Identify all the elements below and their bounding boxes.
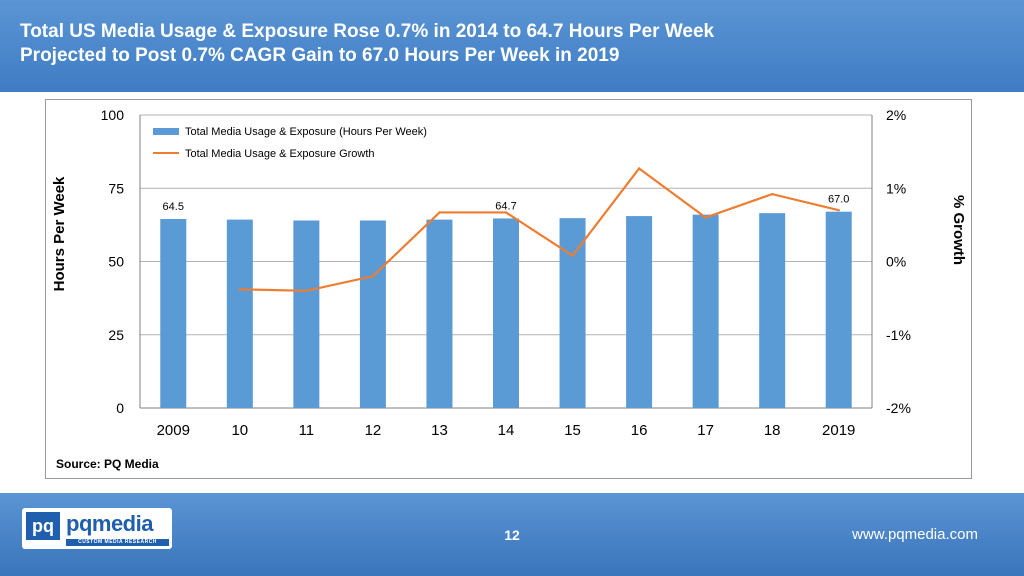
legend-label-bar: Total Media Usage & Exposure (Hours Per … xyxy=(185,126,427,138)
x-tick-label: 12 xyxy=(365,422,382,439)
y2-tick-label: -2% xyxy=(886,400,911,416)
growth-point xyxy=(837,209,840,212)
growth-point xyxy=(770,192,774,196)
bar xyxy=(759,213,786,408)
legend-swatch-bar xyxy=(153,128,179,135)
bar xyxy=(825,211,852,408)
y-tick-label: 75 xyxy=(108,180,124,196)
bar xyxy=(559,218,586,408)
y2-tick-label: -1% xyxy=(886,327,911,343)
bar xyxy=(692,214,719,408)
y-tick-label: 25 xyxy=(108,327,124,343)
growth-point xyxy=(571,254,574,257)
bar xyxy=(160,219,187,408)
x-tick-label: 2019 xyxy=(822,422,855,439)
growth-line xyxy=(239,166,839,292)
source-note: Source: PQ Media xyxy=(56,457,159,471)
x-tick-label: 17 xyxy=(697,422,714,439)
bar xyxy=(293,220,320,408)
growth-point xyxy=(305,289,308,292)
y2-tick-label: 2% xyxy=(886,107,906,123)
growth-point xyxy=(238,288,242,291)
y2-axis-title: % Growth xyxy=(950,195,967,265)
data-label: 67.0 xyxy=(828,194,849,206)
combo-chart: 0 25 50 75 100 -2% -1% 0% 1% 2% 2009 10 11 12 13 14 15 16… xyxy=(51,107,967,439)
website-url[interactable]: www.pqmedia.com xyxy=(852,526,978,543)
x-tick-label: 15 xyxy=(564,422,581,439)
data-label: 64.5 xyxy=(163,201,184,213)
x-tick-label: 11 xyxy=(299,422,315,439)
y-tick-label: 50 xyxy=(108,254,124,270)
x-tick-label: 14 xyxy=(498,422,515,439)
bar xyxy=(626,216,653,408)
x-tick-label: 2009 xyxy=(157,422,190,439)
x-tick-label: 18 xyxy=(764,422,781,439)
bar xyxy=(426,219,453,408)
bar xyxy=(359,220,386,408)
legend-label-line: Total Media Usage & Exposure Growth xyxy=(185,148,375,160)
data-label: 64.7 xyxy=(495,200,516,212)
x-tick-label: 10 xyxy=(231,422,248,439)
y2-tick-label: 1% xyxy=(886,180,906,196)
slide-footer: pq pqmedia CUSTOM MEDIA RESEARCH 12 www.… xyxy=(0,493,1024,576)
growth-point xyxy=(704,216,707,219)
y-tick-label: 0 xyxy=(116,400,124,416)
bar xyxy=(226,219,253,408)
y2-tick-label: 0% xyxy=(886,254,906,270)
y-axis-title: Hours Per Week xyxy=(51,176,68,291)
y-tick-label: 100 xyxy=(101,107,125,123)
bar xyxy=(493,218,519,408)
x-tick-label: 13 xyxy=(431,422,448,439)
growth-point xyxy=(637,167,641,170)
growth-point xyxy=(371,274,375,278)
growth-point xyxy=(438,211,441,214)
x-tick-label: 16 xyxy=(631,422,648,439)
